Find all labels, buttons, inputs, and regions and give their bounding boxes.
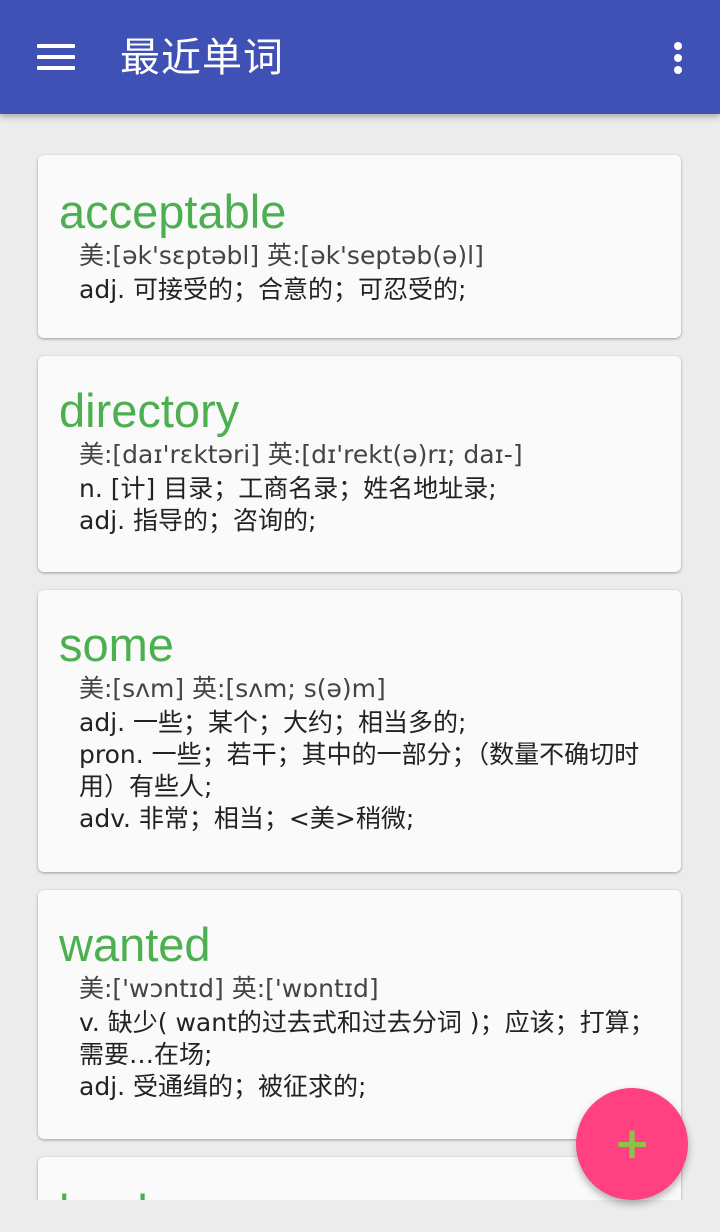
word-title: book — [59, 1184, 661, 1200]
definition-line: adv. 非常；相当；<美>稍微; — [79, 804, 415, 833]
word-card-directory[interactable]: directory 美:[daɪ'rɛktəri] 英:[dɪ'rekt(ə)r… — [38, 356, 681, 572]
menu-bar-line — [37, 44, 75, 48]
word-title: wanted — [59, 918, 211, 971]
definition-line: adj. 受通缉的；被征求的; — [79, 1072, 367, 1101]
word-card-some[interactable]: some 美:[sʌm] 英:[sʌm; s(ə)m] adj. 一些；某个；大… — [38, 590, 681, 872]
word-phonetic: 美:[daɪ'rɛktəri] 英:[dɪ'rekt(ə)rɪ; daɪ-] — [79, 440, 523, 469]
overflow-dot — [674, 42, 682, 50]
add-word-button[interactable]: + — [576, 1088, 688, 1200]
word-phonetic: 美:[ək'sɛptəbl] 英:[ək'septəb(ə)l] — [79, 241, 484, 270]
overflow-dot — [674, 54, 682, 62]
word-definitions: n. [计] 目录；工商名录；姓名地址录; adj. 指导的；咨询的; — [79, 473, 661, 537]
definition-line: v. 缺少( want的过去式和过去分词 )；应该；打算；需要…在场; — [79, 1008, 655, 1069]
word-title: acceptable — [59, 185, 287, 238]
definition-line: adj. 指导的；咨询的; — [79, 506, 317, 535]
word-phonetic: 美:['wɔntɪd] 英:['wɒntɪd] — [79, 974, 379, 1003]
hamburger-menu-icon[interactable] — [30, 32, 82, 82]
word-phonetic: 美:[sʌm] 英:[sʌm; s(ə)m] — [79, 674, 386, 703]
word-title: directory — [59, 384, 240, 437]
definition-line: adj. 一些；某个；大约；相当多的; — [79, 708, 467, 737]
overflow-dot — [674, 66, 682, 74]
definition-line: adj. 可接受的；合意的；可忍受的; — [79, 275, 467, 304]
definition-line: n. [计] 目录；工商名录；姓名地址录; — [79, 474, 497, 503]
word-definitions: v. 缺少( want的过去式和过去分词 )；应该；打算；需要…在场; adj.… — [79, 1007, 661, 1103]
menu-bar-line — [37, 55, 75, 59]
bottom-bar — [0, 1200, 720, 1232]
add-icon: + — [613, 1118, 651, 1169]
word-list[interactable]: acceptable 美:[ək'sɛptəbl] 英:[ək'septəb(ə… — [0, 114, 720, 1200]
word-card-acceptable[interactable]: acceptable 美:[ək'sɛptəbl] 英:[ək'septəb(ə… — [38, 155, 681, 338]
word-title: some — [59, 618, 174, 671]
page-title: 最近单词 — [120, 35, 284, 81]
word-definitions: adj. 可接受的；合意的；可忍受的; — [79, 274, 661, 306]
app-bar: 最近单词 — [0, 0, 720, 114]
definition-line: pron. 一些；若干；其中的一部分；（数量不确切时用）有些人; — [79, 740, 640, 801]
menu-bar-line — [37, 66, 75, 70]
more-vert-icon[interactable] — [658, 34, 698, 82]
word-definitions: adj. 一些；某个；大约；相当多的; pron. 一些；若干；其中的一部分；（… — [79, 707, 661, 835]
